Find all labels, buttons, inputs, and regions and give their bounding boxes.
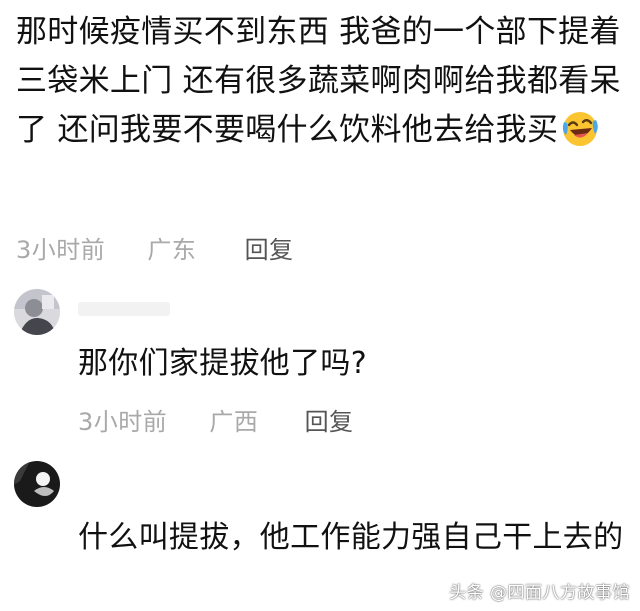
comment-location: 广东 [147,236,197,264]
comment-location: 广西 [209,408,259,436]
watermark: 头条 @四面八方故事馆 [449,583,630,603]
reply-button[interactable]: 回复 [245,230,294,265]
username-placeholder [78,302,170,316]
comment-thread: 那时候疫情买不到东西 我爸的一个部下提着三袋米上门 还有很多蔬菜啊肉啊给我都看呆… [0,0,640,611]
reply-comment-text: 那你们家提拔他了吗? [78,346,367,381]
reply-button[interactable]: 回复 [305,402,354,437]
laughing-with-tears-emoji-icon [560,108,600,148]
main-comment-text: 那时候疫情买不到东西 我爸的一个部下提着三袋米上门 还有很多蔬菜啊肉啊给我都看呆… [16,14,621,148]
comment-time: 3小时前 [78,408,168,436]
comment-time: 3小时前 [16,236,106,264]
main-comment-meta: 3小时前 广东 回复 [16,230,294,265]
reply-comment-meta: 3小时前 广西 回复 [78,402,354,437]
main-comment-body: 那时候疫情买不到东西 我爸的一个部下提着三袋米上门 还有很多蔬菜啊肉啊给我都看呆… [16,8,628,155]
reply-comment-text: 什么叫提拔，他工作能力强自己干上去的 [78,520,624,555]
avatar[interactable] [14,461,60,507]
avatar[interactable] [14,289,60,335]
